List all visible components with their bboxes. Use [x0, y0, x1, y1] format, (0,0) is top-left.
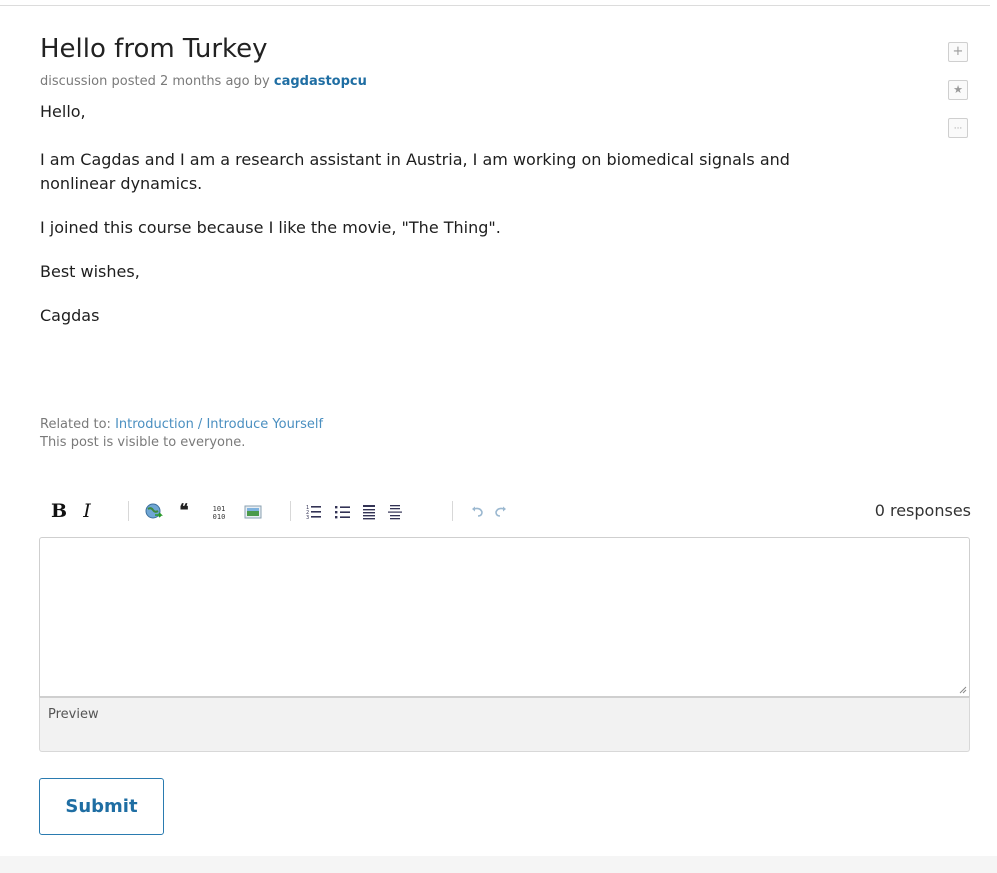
page-bottom-band [0, 856, 997, 873]
visibility-note: This post is visible to everyone. [40, 435, 246, 450]
code-button[interactable]: 101 010 [208, 494, 230, 528]
numbered-list-icon: 1 2 3 [306, 505, 321, 521]
image-button[interactable] [243, 494, 263, 528]
link-button[interactable] [144, 494, 164, 528]
resize-handle-icon[interactable] [959, 686, 967, 694]
more-button[interactable]: ··· [948, 118, 968, 138]
post-body: Hello, I am Cagdas and I am a research a… [40, 100, 840, 328]
redo-icon [495, 506, 506, 517]
bold-button[interactable]: B [50, 494, 68, 528]
star-icon: ★ [953, 83, 963, 96]
post-paragraph: I am Cagdas and I am a research assistan… [40, 150, 790, 193]
heading-button[interactable] [360, 494, 378, 528]
post-paragraph: Hello, [40, 102, 86, 121]
quote-icon: ❝ [179, 501, 189, 521]
discussion-post: Hello from Turkey discussion posted 2 mo… [40, 30, 940, 328]
heading-icon [363, 504, 375, 519]
svg-text:3: 3 [306, 515, 309, 520]
image-icon [244, 505, 262, 518]
submit-button[interactable]: Submit [39, 778, 164, 835]
ellipsis-icon: ··· [953, 124, 963, 134]
preview-pane: Preview [39, 697, 970, 752]
star-button[interactable]: ★ [948, 80, 968, 100]
discussion-page: Hello from Turkey discussion posted 2 mo… [0, 0, 997, 873]
editor-toolbar: B I ❝ 101 010 1 2 3 [40, 494, 970, 528]
plus-icon: + [952, 44, 964, 59]
post-footer: Related to: Introduction / Introduce You… [40, 416, 323, 452]
bullet-list-button[interactable] [334, 494, 352, 528]
post-title: Hello from Turkey [40, 34, 268, 64]
toolbar-separator [128, 501, 129, 521]
related-prefix: Related to: [40, 417, 111, 432]
related-line: Related to: Introduction / Introduce You… [40, 416, 323, 434]
horizontal-rule-button[interactable] [386, 494, 404, 528]
follow-button[interactable]: + [948, 42, 968, 62]
svg-text:010: 010 [213, 513, 226, 521]
post-meta: discussion posted 2 months ago by cagdas… [40, 72, 940, 92]
post-paragraph: Cagdas [40, 306, 100, 325]
bullet-list-icon [335, 505, 350, 518]
response-editor[interactable] [39, 537, 970, 697]
post-paragraph: I joined this course because I like the … [40, 218, 501, 237]
link-icon [145, 503, 163, 518]
quote-button[interactable]: ❝ [175, 494, 193, 528]
undo-icon [472, 506, 483, 517]
redo-button[interactable] [492, 494, 508, 528]
undo-button[interactable] [470, 494, 486, 528]
numbered-list-button[interactable]: 1 2 3 [305, 494, 323, 528]
svg-text:101: 101 [213, 505, 226, 513]
top-divider [0, 5, 990, 6]
related-link[interactable]: Introduction / Introduce Yourself [115, 417, 323, 432]
toolbar-separator [290, 501, 291, 521]
toolbar-separator [452, 501, 453, 521]
preview-label: Preview [48, 707, 99, 722]
response-textarea[interactable] [40, 538, 969, 696]
response-count: 0 responses [874, 501, 971, 520]
horizontal-rule-icon [388, 504, 402, 519]
code-icon: 101 010 [213, 505, 226, 521]
post-meta-text: discussion posted 2 months ago by [40, 74, 270, 89]
author-link[interactable]: cagdastopcu [274, 74, 367, 89]
post-paragraph: Best wishes, [40, 262, 140, 281]
italic-button[interactable]: I [80, 494, 94, 528]
